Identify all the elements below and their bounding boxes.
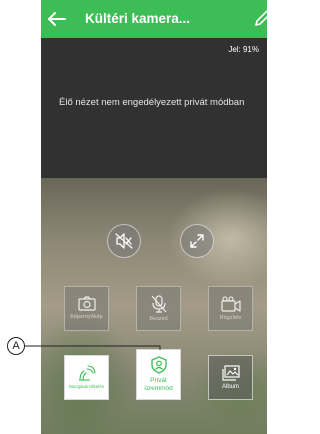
back-button[interactable] — [45, 8, 69, 30]
controls-panel: Képernyőkép Beszéd Rögzítés Mozgásérzéke… — [41, 178, 267, 434]
arrow-left-icon — [48, 12, 66, 26]
privacy-mode-label-line2: üzemmód — [144, 385, 173, 392]
live-view-area: Jel: 91% Élő nézet nem engedélyezett pri… — [41, 38, 267, 178]
privacy-mode-button[interactable]: Privát üzemmód — [136, 349, 181, 400]
album-label: Album — [221, 383, 239, 390]
motion-detection-button[interactable]: Mozgásérzékelés — [64, 355, 109, 400]
mute-button[interactable] — [107, 224, 141, 258]
talk-label: Beszéd — [149, 315, 168, 322]
fullscreen-button[interactable] — [180, 224, 214, 258]
signal-strength: Jel: 91% — [228, 45, 259, 54]
album-icon — [221, 364, 240, 381]
privacy-mode-label: Privát üzemmód — [144, 377, 173, 393]
screenshot-label: Képernyőkép — [70, 314, 103, 320]
screenshot-button[interactable]: Képernyőkép — [64, 286, 109, 331]
motion-detection-icon — [78, 365, 96, 381]
fullscreen-expand-icon — [190, 234, 204, 248]
microphone-muted-icon — [151, 294, 166, 313]
pencil-icon — [255, 10, 267, 26]
album-button[interactable]: Album — [208, 355, 253, 400]
edit-button[interactable] — [253, 10, 267, 28]
app-screen: Kültéri kamera... Jel: 91% Élő nézet nem… — [41, 0, 267, 434]
header-bar: Kültéri kamera... — [41, 0, 267, 38]
talk-button[interactable]: Beszéd — [136, 286, 181, 331]
camera-icon — [77, 296, 96, 311]
privacy-mode-label-line1: Privát — [150, 377, 167, 384]
page-title: Kültéri kamera... — [85, 11, 191, 26]
record-label: Rögzítés — [219, 314, 242, 321]
callout-line — [18, 345, 161, 350]
privacy-message: Élő nézet nem engedélyezett privát módba… — [59, 97, 245, 108]
motion-detection-label: Mozgásérzékelés — [68, 384, 104, 389]
record-button[interactable]: Rögzítés — [208, 286, 253, 331]
video-record-icon — [220, 295, 241, 312]
callout-label: A — [12, 340, 20, 352]
speaker-muted-icon — [115, 233, 133, 249]
callout-marker: A — [7, 337, 25, 355]
privacy-shield-icon — [150, 356, 167, 374]
